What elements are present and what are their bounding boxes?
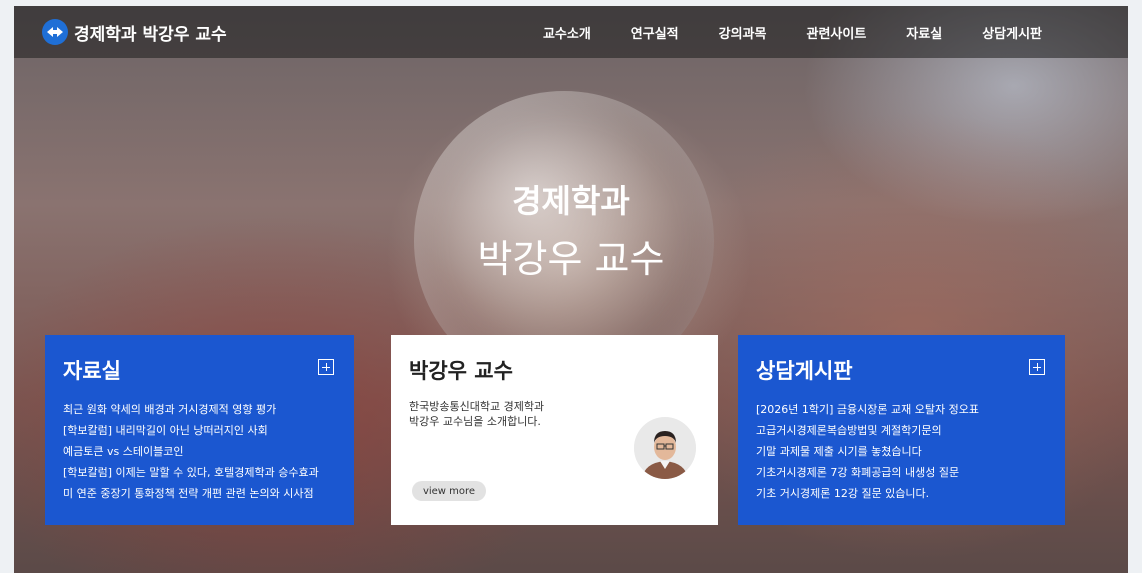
professor-desc-line1: 한국방송통신대학교 경제학과 <box>409 400 545 413</box>
list-item[interactable]: [학보칼럼] 내리막길이 아닌 낭떠러지인 사회 <box>63 420 336 441</box>
list-item[interactable]: 예금토큰 vs 스테이블코인 <box>63 441 336 462</box>
archive-card: 자료실 최근 원화 약세의 배경과 거시경제적 영향 평가 [학보칼럼] 내리막… <box>45 335 354 525</box>
hero-title-line2: 박강우 교수 <box>477 237 665 281</box>
list-item[interactable]: [학보칼럼] 이제는 말할 수 있다, 호텔경제학과 승수효과 <box>63 462 336 483</box>
nav-research[interactable]: 연구실적 <box>631 23 679 42</box>
professor-card: 박강우 교수 한국방송통신대학교 경제학과 박강우 교수님을 소개합니다. vi… <box>391 335 718 525</box>
list-item[interactable]: 기초 거시경제론 12강 질문 있습니다. <box>756 483 1047 504</box>
nav-courses[interactable]: 강의과목 <box>719 23 767 42</box>
professor-avatar <box>634 417 696 479</box>
nav-archive[interactable]: 자료실 <box>906 23 942 42</box>
list-item[interactable]: 고급거시경제론복습방법및 계절학기문의 <box>756 420 1047 441</box>
list-item[interactable]: 기초거시경제론 7강 화폐공급의 내생성 질문 <box>756 462 1047 483</box>
nav-counseling-board[interactable]: 상담게시판 <box>982 23 1042 42</box>
main-nav: 교수소개 연구실적 강의과목 관련사이트 자료실 상담게시판 <box>543 23 1042 42</box>
plus-icon[interactable] <box>318 359 334 375</box>
professor-card-title: 박강우 교수 <box>409 359 513 383</box>
site-logo[interactable]: 경제학과 박강우 교수 <box>42 19 227 45</box>
plus-icon[interactable] <box>1029 359 1045 375</box>
view-more-button[interactable]: view more <box>412 481 486 501</box>
hero-title-line1: 경제학과 <box>512 182 630 220</box>
list-item[interactable]: 최근 원화 약세의 배경과 거시경제적 영향 평가 <box>63 399 336 420</box>
counseling-card: 상담게시판 [2026년 1학기] 금융시장론 교재 오탈자 정오표 고급거시경… <box>738 335 1065 525</box>
university-logo-icon <box>42 19 68 45</box>
list-item[interactable]: 기말 과제물 제출 시기를 놓쳤습니다 <box>756 441 1047 462</box>
nav-related-sites[interactable]: 관련사이트 <box>806 23 866 42</box>
counseling-list: [2026년 1학기] 금융시장론 교재 오탈자 정오표 고급거시경제론복습방법… <box>756 399 1047 504</box>
top-navigation-bar: 경제학과 박강우 교수 교수소개 연구실적 강의과목 관련사이트 자료실 상담게… <box>14 6 1128 58</box>
main-frame: 경제학과 박강우 교수 교수소개 연구실적 강의과목 관련사이트 자료실 상담게… <box>14 6 1128 573</box>
list-item[interactable]: 미 연준 중장기 통화정책 전략 개편 관련 논의와 시사점 <box>63 483 336 504</box>
archive-list: 최근 원화 약세의 배경과 거시경제적 영향 평가 [학보칼럼] 내리막길이 아… <box>63 399 336 504</box>
list-item[interactable]: [2026년 1학기] 금융시장론 교재 오탈자 정오표 <box>756 399 1047 420</box>
archive-card-title: 자료실 <box>63 359 121 383</box>
counseling-card-title: 상담게시판 <box>756 359 853 383</box>
nav-professor-intro[interactable]: 교수소개 <box>543 23 591 42</box>
site-title: 경제학과 박강우 교수 <box>74 24 227 45</box>
